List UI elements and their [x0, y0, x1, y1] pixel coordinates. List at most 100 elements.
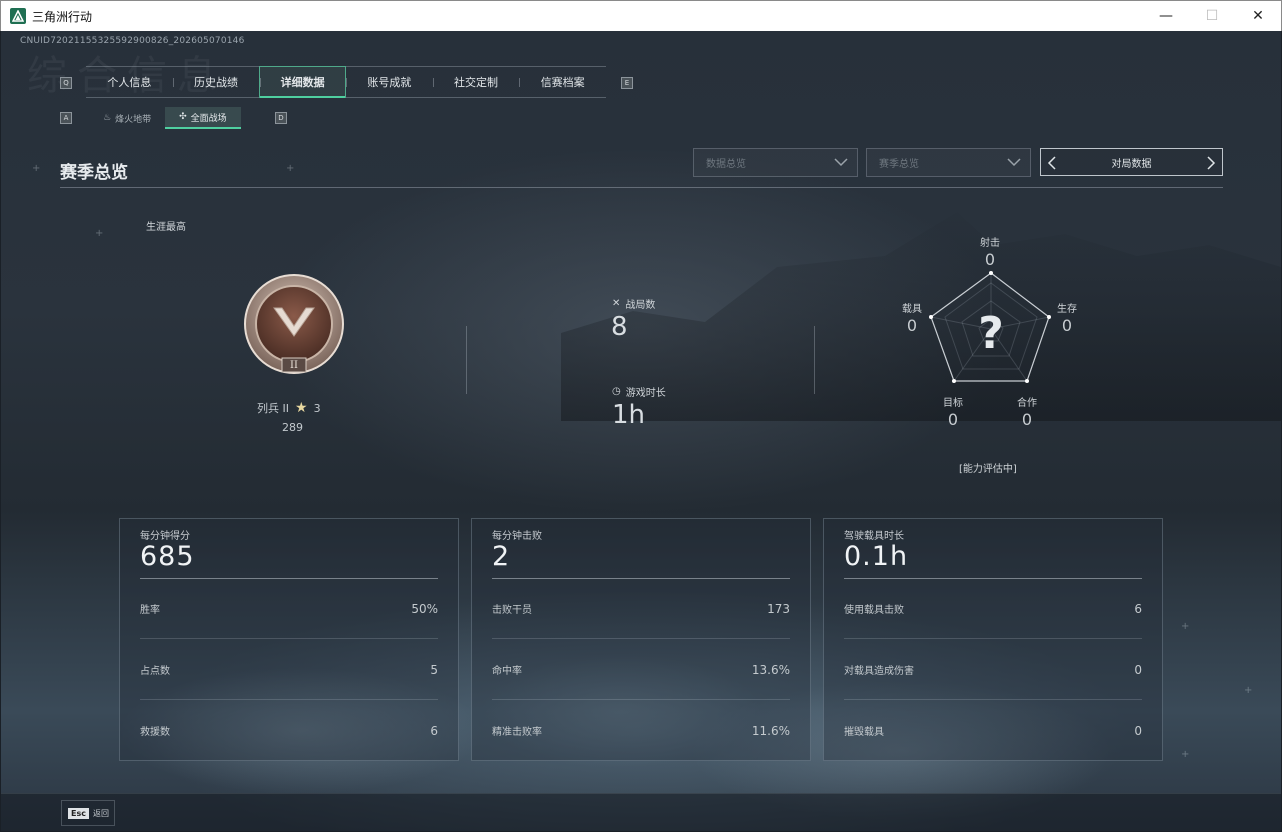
rank-stars: 3: [313, 401, 321, 415]
pager-label: 对局数据: [1111, 158, 1152, 170]
card-row: 精准击败率 11.6%: [492, 700, 790, 761]
row-value: 50%: [411, 601, 438, 616]
row-label: 精准击败率: [492, 727, 542, 738]
subtab-operations[interactable]: ♨ 烽火地带: [89, 107, 165, 129]
close-button[interactable]: ✕: [1235, 1, 1281, 32]
data-type-dropdown-value: 数据总览: [706, 159, 746, 170]
row-label: 命中率: [492, 666, 522, 677]
card-row: 占点数 5: [140, 639, 438, 700]
radar-shooting-value: 0: [984, 250, 996, 269]
tab-personal-info[interactable]: 个人信息: [86, 67, 173, 97]
card-row: 使用载具击败 6: [844, 578, 1142, 639]
row-value: 173: [767, 601, 790, 616]
warfare-icon: ✣: [179, 112, 187, 122]
radar-vehicle-value: 0: [906, 316, 918, 335]
card-row: 救援数 6: [140, 700, 438, 761]
ability-evaluating-status: [能力评估中]: [959, 464, 1017, 475]
matches-label: 战局数: [625, 300, 656, 311]
card-main-value: 685: [140, 541, 195, 572]
radar-cooperation-value: 0: [1021, 410, 1033, 429]
rank-points: 289: [282, 421, 303, 434]
subtab-next-key[interactable]: D: [275, 112, 287, 124]
row-value: 6: [1134, 601, 1142, 616]
radar-survival-value: 0: [1061, 316, 1073, 335]
subtab-warfare-label: 全面战场: [190, 113, 227, 124]
row-value: 11.6%: [751, 723, 790, 738]
crosshair-deco-icon: +: [32, 163, 41, 174]
clock-icon: ◷: [612, 386, 621, 397]
row-value: 0: [1134, 662, 1142, 677]
data-pager: 对局数据: [1040, 148, 1223, 176]
bottom-bar: Esc 返回: [1, 793, 1281, 831]
window-titlebar: 三角洲行动 — ☐ ✕: [0, 0, 1282, 31]
radar-survival-label: 生存: [1057, 304, 1077, 315]
chevron-left-icon[interactable]: [1047, 155, 1057, 171]
flame-icon: ♨: [103, 113, 112, 123]
back-button[interactable]: Esc 返回: [61, 800, 115, 826]
card-main-value: 2: [492, 541, 511, 572]
tab-match-history[interactable]: 历史战绩: [172, 67, 260, 97]
section-divider: [60, 187, 1223, 188]
mode-subtabs: ♨ 烽火地带 ✣ 全面战场: [89, 107, 241, 129]
tab-next-key[interactable]: E: [621, 77, 633, 89]
esc-key-hint: Esc: [68, 807, 89, 819]
card-title: 每分钟击败: [492, 531, 542, 542]
chevron-down-icon: [834, 158, 848, 167]
tab-achievements[interactable]: 账号成就: [346, 67, 433, 97]
card-row: 摧毁载具 0: [844, 700, 1142, 761]
rank-name-row: 列兵 II ★ 3: [257, 400, 321, 416]
card-main-value: 0.1h: [844, 541, 909, 572]
tab-detailed-data[interactable]: 详细数据: [259, 66, 347, 98]
column-divider: [814, 326, 815, 394]
column-divider: [466, 326, 467, 394]
row-label: 占点数: [140, 666, 170, 677]
subtab-warfare[interactable]: ✣ 全面战场: [165, 107, 241, 129]
card-row: 对载具造成伤害 0: [844, 639, 1142, 700]
rank-roman: II: [290, 360, 298, 371]
row-value: 0: [1134, 723, 1142, 738]
stat-card-score: 每分钟得分 685 胜率 50% 占点数 5 救援数 6: [119, 518, 459, 761]
main-tabbar: 个人信息 历史战绩 详细数据 账号成就 社交定制 信赛档案: [86, 66, 606, 98]
star-icon: ★: [295, 400, 308, 416]
card-title: 驾驶载具时长: [844, 531, 904, 542]
chevron-right-icon[interactable]: [1206, 155, 1216, 171]
minimize-button[interactable]: —: [1143, 1, 1189, 32]
player-uid: CNUID72021155325592900826_202605070146: [20, 36, 245, 46]
card-row: 胜率 50%: [140, 578, 438, 639]
radar-cooperation-label: 合作: [1017, 398, 1037, 409]
radar-objective-value: 0: [947, 410, 959, 429]
row-label: 救援数: [140, 727, 170, 738]
card-title: 每分钟得分: [140, 531, 190, 542]
ability-radar-chart: ?: [929, 271, 1051, 383]
subtab-prev-key[interactable]: A: [60, 112, 72, 124]
season-dropdown[interactable]: 赛季总览: [866, 148, 1031, 177]
playtime-value: 1h: [612, 400, 646, 430]
tab-archive[interactable]: 信赛档案: [519, 67, 606, 97]
career-best-label: 生涯最高: [146, 222, 186, 233]
crosshair-deco-icon: +: [1181, 749, 1190, 760]
radar-shooting-label: 射击: [980, 238, 1000, 249]
card-row: 击败干员 173: [492, 578, 790, 639]
row-value: 5: [430, 662, 438, 677]
row-label: 摧毁载具: [844, 727, 884, 738]
crosshair-deco-icon: +: [1181, 621, 1190, 632]
radar-objective-label: 目标: [943, 398, 963, 409]
crosshair-deco-icon: +: [286, 163, 295, 174]
data-type-dropdown[interactable]: 数据总览: [693, 148, 858, 177]
matches-label-row: ✕ 战局数: [612, 296, 655, 311]
matches-value: 8: [611, 312, 628, 342]
radar-vehicle-label: 载具: [902, 304, 922, 315]
tab-social-custom[interactable]: 社交定制: [432, 67, 520, 97]
rank-name: 列兵 II: [257, 402, 289, 415]
crosshair-deco-icon: +: [1244, 685, 1253, 696]
card-row: 命中率 13.6%: [492, 639, 790, 700]
tab-prev-key[interactable]: Q: [60, 77, 72, 89]
playtime-label: 游戏时长: [625, 388, 666, 399]
row-value: 13.6%: [751, 662, 790, 677]
subtab-operations-label: 烽火地带: [115, 114, 152, 125]
stat-card-vehicle: 驾驶载具时长 0.1h 使用载具击败 6 对载具造成伤害 0 摧毁载具 0: [823, 518, 1163, 761]
crossed-swords-icon: ✕: [612, 298, 621, 309]
chevron-down-icon: [1007, 158, 1021, 167]
game-viewport: 综合信息 CNUID72021155325592900826_202605070…: [1, 31, 1281, 831]
maximize-button[interactable]: ☐: [1189, 1, 1235, 32]
